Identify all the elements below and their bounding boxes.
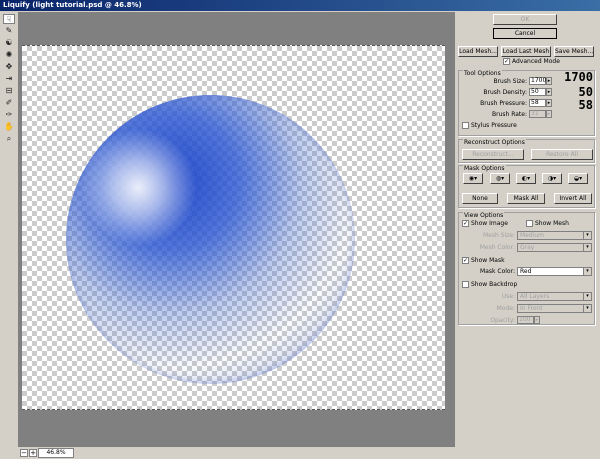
forward-warp-icon[interactable]: ☟: [3, 14, 15, 24]
advanced-mode-label: Advanced Mode: [512, 58, 560, 65]
blue-bubble-image: [66, 95, 355, 384]
preview-area[interactable]: [18, 12, 455, 447]
load-mesh-button[interactable]: Load Mesh...: [458, 46, 498, 57]
opacity-arrow[interactable]: ▸: [534, 316, 540, 324]
zoom-in-button[interactable]: +: [29, 449, 37, 457]
ok-button[interactable]: OK: [493, 14, 557, 25]
load-last-mesh-button[interactable]: Load Last Mesh: [501, 46, 551, 57]
reconstruct-options-title: Reconstruct Options: [463, 139, 526, 146]
brush-pressure-field[interactable]: 58: [529, 99, 546, 107]
mesh-color-value: Gray: [520, 244, 535, 251]
reconstruct-button[interactable]: Reconstruct...: [462, 149, 524, 160]
use-value: All Layers: [520, 293, 550, 300]
window-title: Liquify (light tutorial.psd @ 46.8%): [0, 0, 600, 11]
reconstruct-options-group: Reconstruct Options Reconstruct... Resto…: [458, 139, 595, 163]
brush-density-field[interactable]: 50: [529, 88, 546, 96]
brush-size-label: Brush Size:: [493, 78, 527, 85]
tools-toolbar: ☟ ✎ ☯ ✺ ✥ ⇥ ⊟ ✐ ✑ ✋ ⌕: [2, 12, 18, 452]
dropdown-arrow-icon: ▾: [583, 305, 591, 312]
pucker-icon[interactable]: ✺: [3, 50, 15, 60]
options-panel: OK Cancel Load Mesh... Load Last Mesh Sa…: [455, 12, 600, 459]
mask-color-select[interactable]: Red ▾: [517, 267, 592, 276]
brush-pressure-annotation: 58: [578, 98, 593, 112]
mesh-size-value: Medium: [520, 232, 544, 239]
bloat-icon[interactable]: ✥: [3, 62, 15, 72]
mask-options-title: Mask Options: [463, 165, 506, 172]
freeze-mask-icon[interactable]: ✐: [3, 98, 15, 108]
mirror-icon[interactable]: ⊟: [3, 86, 15, 96]
mesh-color-label: Mesh Color:: [479, 244, 515, 251]
subtract-from-selection-icon[interactable]: ◐▾: [516, 173, 536, 184]
thaw-mask-icon[interactable]: ✑: [3, 110, 15, 120]
brush-density-arrow[interactable]: ▸: [546, 88, 552, 96]
push-left-icon[interactable]: ⇥: [3, 74, 15, 84]
brush-pressure-arrow[interactable]: ▸: [546, 99, 552, 107]
intersect-selection-icon[interactable]: ◑▾: [542, 173, 562, 184]
stylus-pressure-label: Stylus Pressure: [471, 122, 517, 129]
mode-label: Mode:: [496, 305, 515, 312]
reconstruct-icon[interactable]: ✎: [3, 26, 15, 36]
stylus-pressure-checkbox[interactable]: [462, 122, 469, 129]
hand-icon[interactable]: ✋: [3, 122, 15, 132]
replace-selection-icon[interactable]: ◉▾: [463, 173, 483, 184]
twirl-icon[interactable]: ☯: [3, 38, 15, 48]
mask-all-button[interactable]: Mask All: [507, 193, 545, 204]
zoom-out-button[interactable]: −: [20, 449, 28, 457]
mode-select[interactable]: In Front ▾: [517, 304, 592, 313]
dropdown-arrow-icon: ▾: [583, 244, 591, 251]
brush-rate-label: Brush Rate:: [491, 111, 527, 118]
brush-size-arrow[interactable]: ▸: [546, 77, 552, 85]
status-bar: − + 46.8%: [18, 447, 455, 459]
brush-rate-field[interactable]: 31: [529, 110, 546, 118]
brush-rate-arrow[interactable]: ▸: [546, 110, 552, 118]
cancel-button[interactable]: Cancel: [493, 28, 557, 39]
tool-options-title: Tool Options: [463, 70, 502, 77]
show-backdrop-checkbox[interactable]: [462, 281, 469, 288]
dropdown-arrow-icon: ▾: [583, 268, 591, 275]
dropdown-arrow-icon: ▾: [583, 293, 591, 300]
invert-all-button[interactable]: Invert All: [554, 193, 592, 204]
advanced-mode-checkbox[interactable]: ✓: [503, 58, 510, 65]
brush-density-label: Brush Density:: [483, 89, 527, 96]
show-mask-checkbox[interactable]: ✓: [462, 257, 469, 264]
brush-pressure-label: Brush Pressure:: [480, 100, 527, 107]
mesh-color-select[interactable]: Gray ▾: [517, 243, 592, 252]
view-options-group: View Options ✓ Show Image Show Mesh Mesh…: [458, 212, 595, 325]
mesh-size-select[interactable]: Medium ▾: [517, 231, 592, 240]
mesh-size-label: Mesh Size:: [482, 232, 515, 239]
dropdown-arrow-icon: ▾: [583, 232, 591, 239]
show-image-checkbox[interactable]: ✓: [462, 220, 469, 227]
mask-options-group: Mask Options ◉▾ ◍▾ ◐▾ ◑▾ ◒▾ None Mask Al…: [458, 165, 595, 208]
brush-size-annotation: 1700: [564, 70, 593, 84]
mask-color-value: Red: [520, 268, 532, 275]
mask-color-label: Mask Color:: [480, 268, 515, 275]
invert-selection-icon[interactable]: ◒▾: [568, 173, 588, 184]
opacity-label: Opacity:: [490, 317, 515, 324]
mode-value: In Front: [520, 305, 543, 312]
brush-size-field[interactable]: 1700: [529, 77, 546, 85]
zoom-level-field[interactable]: 46.8%: [38, 448, 74, 458]
brush-density-annotation: 50: [578, 85, 593, 99]
show-mask-label: Show Mask: [471, 257, 505, 264]
restore-all-button[interactable]: Restore All: [531, 149, 593, 160]
use-select[interactable]: All Layers ▾: [517, 292, 592, 301]
show-backdrop-label: Show Backdrop: [471, 281, 518, 288]
view-options-title: View Options: [463, 212, 505, 219]
show-image-label: Show Image: [471, 220, 508, 227]
opacity-field[interactable]: 100: [517, 316, 534, 324]
zoom-icon[interactable]: ⌕: [3, 134, 15, 144]
tool-options-group: Tool Options Brush Size: 1700 ▸ Brush De…: [458, 70, 595, 136]
show-mesh-label: Show Mesh: [535, 220, 569, 227]
use-label: Use:: [501, 293, 515, 300]
image-canvas[interactable]: [22, 45, 445, 410]
save-mesh-button[interactable]: Save Mesh...: [554, 46, 594, 57]
add-to-selection-icon[interactable]: ◍▾: [490, 173, 510, 184]
mask-none-button[interactable]: None: [462, 193, 498, 204]
show-mesh-checkbox[interactable]: [526, 220, 533, 227]
